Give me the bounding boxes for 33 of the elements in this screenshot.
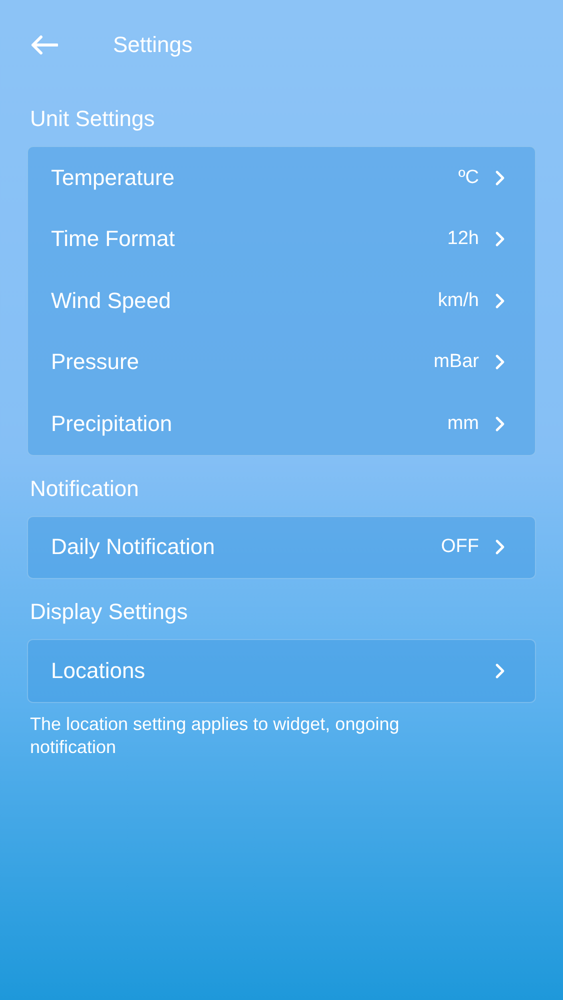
settings-row[interactable]: Daily Notification OFF [51, 516, 505, 578]
chevron-right-icon [495, 416, 505, 432]
setting-label: Locations [51, 658, 146, 684]
setting-value: mm [447, 412, 479, 435]
settings-row[interactable]: Locations [51, 640, 505, 702]
chevron-right-icon [495, 292, 505, 309]
setting-label: Daily Notification [51, 534, 216, 560]
setting-label: Time Format [51, 226, 176, 252]
setting-value: km/h [438, 290, 479, 312]
settings-row[interactable]: Pressure mBar [51, 332, 505, 393]
page-title: Settings [113, 32, 192, 58]
setting-value: 12h [447, 228, 479, 250]
chevron-right-icon [495, 354, 505, 370]
back-arrow-icon[interactable] [30, 35, 58, 55]
section-title: Notification [30, 476, 140, 502]
settings-row[interactable]: Wind Speed km/h [51, 270, 505, 332]
setting-value: mBar [434, 351, 479, 374]
setting-label: Pressure [51, 349, 140, 376]
settings-row[interactable]: Temperature ºC [51, 147, 505, 208]
settings-row[interactable]: Precipitation mm [51, 393, 505, 454]
chevron-right-icon [495, 170, 505, 186]
chevron-right-icon [495, 231, 505, 248]
settings-row[interactable]: Time Format 12h [51, 208, 505, 270]
chevron-right-icon [495, 539, 505, 556]
section-title: Display Settings [30, 599, 189, 625]
setting-value: OFF [441, 536, 479, 558]
setting-label: Wind Speed [51, 288, 172, 314]
note-text: The location setting applies to widget, ongoing notification [30, 712, 400, 758]
section-title: Unit Settings [30, 106, 156, 132]
chevron-right-icon [495, 662, 505, 679]
setting-label: Temperature [51, 164, 176, 191]
setting-value: ºC [458, 166, 479, 189]
setting-label: Precipitation [51, 410, 174, 437]
